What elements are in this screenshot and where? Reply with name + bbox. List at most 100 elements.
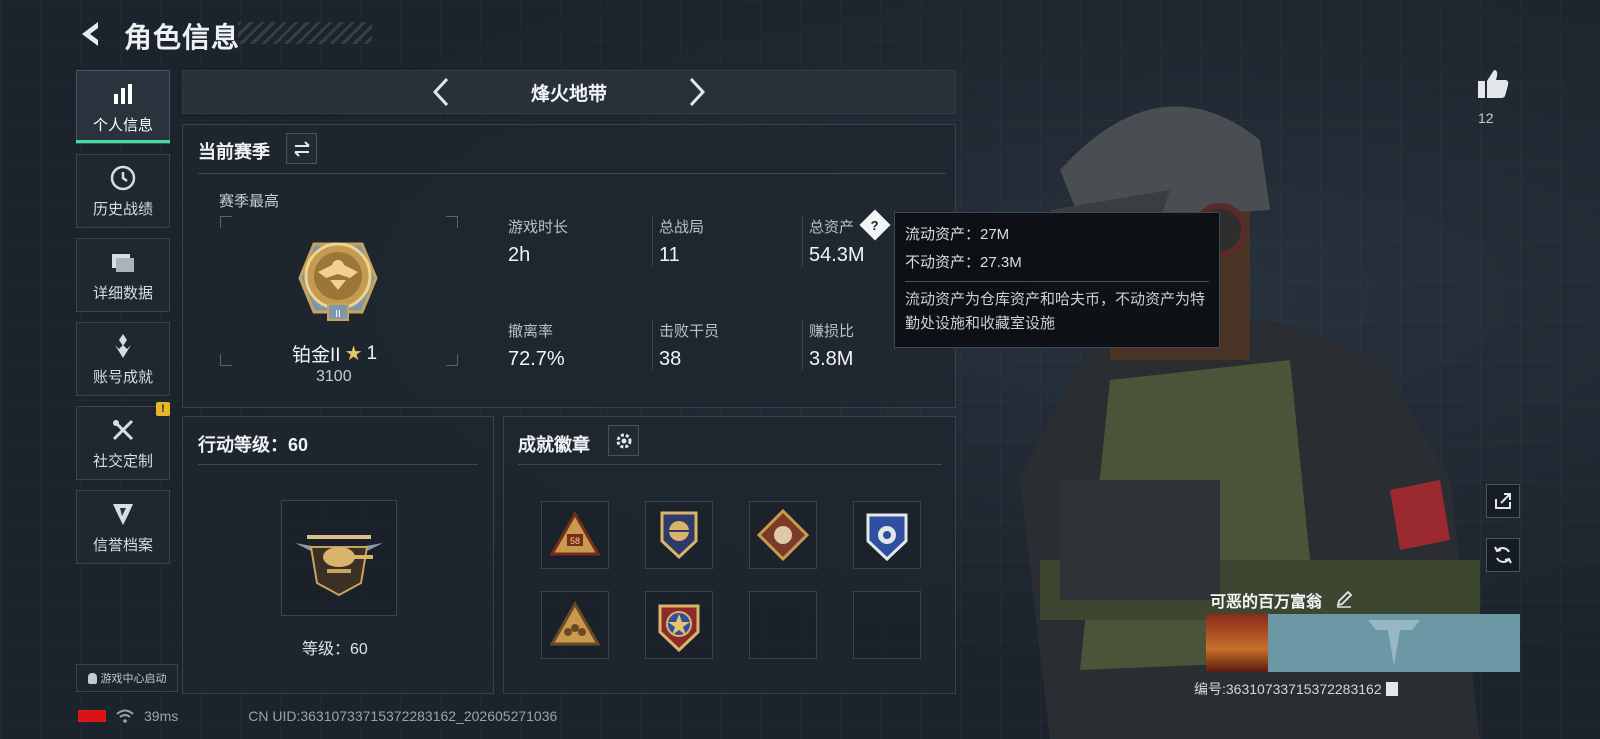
achievement-badge-slot-empty[interactable] — [853, 591, 921, 659]
achievement-badge-slot[interactable] — [645, 591, 713, 659]
season-title: 当前赛季 — [198, 142, 270, 162]
uid-text: CN UID:36310733715372283162_202605271036 — [248, 708, 558, 724]
stat-label: 撤离率 — [508, 323, 554, 340]
blue-shield-badge-icon — [866, 513, 908, 562]
season-divider — [198, 173, 946, 174]
chevron-left-icon — [432, 77, 449, 107]
season-switch-button[interactable] — [286, 133, 317, 164]
delta-logo-icon — [1364, 616, 1424, 675]
diamond-beast-badge-icon — [756, 508, 810, 562]
next-mode-button[interactable] — [682, 74, 712, 110]
shield-icon — [109, 500, 137, 528]
active-indicator — [76, 140, 170, 143]
ping-text: 39ms — [144, 708, 179, 724]
season-best-label: 赛季最高 — [219, 193, 280, 210]
achievements-divider — [518, 464, 942, 465]
share-button[interactable] — [1486, 484, 1520, 518]
achievement-badge-slot[interactable] — [749, 501, 817, 569]
sidebar-item-credit[interactable]: 信誉档案 — [76, 490, 170, 564]
stat-label: 总战局 — [659, 219, 705, 236]
sidebar-item-social[interactable]: 社交定制 — [76, 406, 170, 480]
sidebar-item-label: 信誉档案 — [92, 536, 153, 554]
wifi-icon — [116, 709, 134, 723]
sidebar-item-label: 账号成就 — [92, 368, 153, 386]
achievement-badge-slot[interactable]: 58 — [541, 501, 609, 569]
sidebar-item-detail-data[interactable]: 详细数据 — [76, 238, 170, 312]
player-id-row: 编号:3631073371537228316​2 — [1194, 679, 1398, 699]
stat-value: 11 — [659, 244, 680, 266]
frame-corner — [220, 216, 232, 228]
action-level-emblem-frame — [281, 500, 397, 616]
sidebar-item-label: 历史战绩 — [92, 200, 153, 218]
sidebar-item-history[interactable]: 历史战绩 — [76, 154, 170, 228]
stat-label: 击败干员 — [659, 323, 720, 340]
back-button[interactable] — [74, 16, 108, 52]
question-icon: ? — [871, 217, 879, 233]
chevron-right-icon — [689, 77, 706, 107]
achievement-badge-slot-empty[interactable] — [749, 591, 817, 659]
stat-label: 赚损比 — [809, 323, 855, 340]
achievement-badge-slot[interactable] — [541, 591, 609, 659]
tooltip-divider — [905, 281, 1209, 282]
rank-name-row: 铂金II ★ 1 — [292, 340, 377, 367]
stat-separator — [652, 320, 653, 370]
prev-mode-button[interactable] — [426, 74, 456, 110]
svg-text:58: 58 — [570, 536, 580, 546]
stat-value: 3.8M — [809, 348, 854, 370]
tooltip-liquid-assets: 流动资产：27M — [905, 226, 1010, 243]
stat-value: 72.7% — [508, 348, 565, 370]
stat-label: 总资产 — [809, 219, 855, 236]
edit-name-button[interactable] — [1335, 590, 1353, 613]
stat-value: 2h — [508, 244, 531, 266]
rank-stars: 1 — [366, 342, 378, 364]
achievements-title: 成就徽章 — [518, 435, 590, 455]
stat-value: 38 — [659, 348, 682, 370]
stat-separator — [802, 216, 803, 266]
achievement-icon — [109, 332, 137, 360]
triangle-squad-badge-icon — [549, 600, 601, 646]
share-icon — [1495, 493, 1511, 509]
thumbs-up-icon — [1478, 70, 1509, 98]
achievement-badge-slot[interactable] — [645, 501, 713, 569]
like-count: 12 — [1478, 110, 1494, 126]
rotate-button[interactable] — [1486, 538, 1520, 572]
rank-name: 铂金II — [292, 345, 341, 366]
action-level-text: 等级：60 — [302, 641, 368, 658]
sidebar-item-personal-info[interactable]: 个人信息 — [76, 70, 170, 144]
mode-title: 烽火地带 — [530, 83, 607, 105]
achievement-badge-slot[interactable] — [853, 501, 921, 569]
action-level-title: 行动等级：60 — [198, 435, 309, 455]
tooltip-description: 流动资产为仓库资产和哈夫币，不动资产为特勤处设施和收藏室设施 — [905, 291, 1206, 332]
copy-icon[interactable] — [1385, 682, 1398, 696]
stat-value: 54.3M — [809, 244, 865, 266]
refresh-icon — [1494, 546, 1512, 564]
sidebar-item-achievements[interactable]: 账号成就 — [76, 322, 170, 396]
star-icon: ★ — [344, 343, 363, 365]
pencil-icon — [1336, 590, 1353, 608]
assets-tooltip: 流动资产：27M 不动资产：27.3M 流动资产为仓库资产和哈夫币，不动资产为特… — [894, 212, 1220, 348]
penguin-icon — [87, 672, 97, 684]
page-title: 角色信息 — [124, 22, 241, 53]
folder-icon — [109, 248, 137, 276]
player-id: 编号:3631073371537228316​2 — [1194, 681, 1382, 697]
sidebar-item-label: 详细数据 — [92, 284, 153, 302]
swap-icon — [293, 140, 310, 157]
achievements-settings-button[interactable] — [608, 425, 639, 456]
status-bar: 39ms CN UID:36310733715372283162_2026052… — [78, 708, 557, 724]
back-arrow-icon — [82, 22, 98, 46]
sidebar-item-label: 个人信息 — [92, 116, 153, 134]
game-center-label: 游戏中心启动 — [100, 673, 167, 685]
player-name: 可恶的百万富翁 — [1210, 594, 1323, 611]
svg-text:II: II — [335, 309, 341, 320]
tooltip-fixed-assets: 不动资产：27.3M — [905, 254, 1022, 271]
avatar — [1206, 614, 1268, 672]
tools-icon — [109, 416, 137, 444]
action-level-divider — [198, 464, 478, 465]
helicopter-emblem-icon — [295, 535, 383, 597]
wings-shield-badge-icon — [660, 511, 698, 560]
game-center-button[interactable]: 游戏中心启动 — [76, 664, 178, 692]
like-button[interactable] — [1476, 68, 1510, 105]
frame-corner — [446, 216, 458, 228]
star-shield-badge-icon — [658, 604, 700, 653]
triangle-58-badge-icon: 58 — [549, 510, 601, 556]
